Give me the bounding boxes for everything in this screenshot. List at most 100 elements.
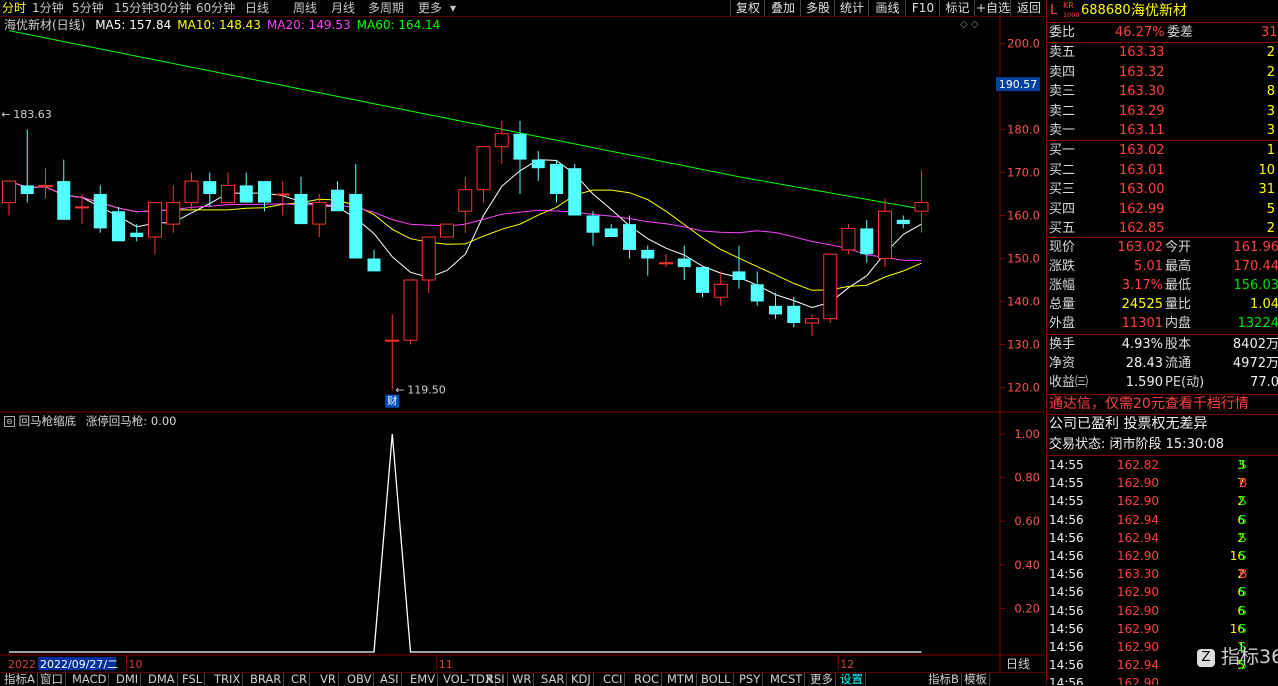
candle[interactable] [203,173,216,207]
period-tab-7[interactable]: 周线 [293,0,317,16]
candle[interactable] [276,181,289,215]
candle[interactable] [422,237,435,293]
candle[interactable] [368,250,381,272]
candle[interactable] [587,211,600,245]
promo-text[interactable]: 通达信，仅需20元查看千档行情 [1049,395,1249,414]
candle[interactable] [495,121,508,164]
buy-level-5[interactable]: 买五162.852 [1047,219,1278,238]
indicator-tab-16[interactable]: SAR [539,673,567,686]
indicator-tab-14[interactable]: RSI [484,673,508,686]
indicator-collapse-icon[interactable]: ⊝ [4,416,15,427]
indicator-tab-25[interactable]: 设置 [838,673,866,686]
indicator-tab-3[interactable]: DMI [114,673,141,686]
promo-link[interactable]: 通达信，仅需20元查看千档行情 [1047,395,1278,414]
candle[interactable] [240,173,253,203]
indicator-tab-0[interactable]: 指标A [2,673,38,686]
candle[interactable] [897,216,910,229]
buy-level-3[interactable]: 买三163.0031 [1047,180,1278,199]
candle[interactable] [696,267,709,297]
news-row[interactable]: 公司已盈利 投票权无差异 [1047,415,1278,434]
candle[interactable] [3,181,16,215]
toolbar-button-7[interactable]: +自选 [974,0,1011,16]
indicator-tab-15[interactable]: WR [510,673,534,686]
candle[interactable] [349,164,362,259]
indicator-tab-11[interactable]: ASI [378,673,402,686]
candle[interactable] [879,198,892,267]
candle[interactable] [641,246,654,276]
toolbar-button-4[interactable]: 画线 [868,0,906,16]
candle[interactable] [605,224,618,237]
candle[interactable] [550,160,563,203]
sell-level-5[interactable]: 卖五163.332 [1047,43,1278,62]
indicator-tab-22[interactable]: PSY [737,673,763,686]
candle[interactable] [39,168,52,198]
candle[interactable] [94,185,107,232]
candle[interactable] [915,171,928,233]
buy-level-1[interactable]: 买一163.021 [1047,141,1278,160]
sell-level-3[interactable]: 卖三163.308 [1047,82,1278,101]
candle[interactable] [295,177,308,224]
toolbar-button-3[interactable]: 统计 [834,0,869,16]
candle[interactable] [678,246,691,280]
indicator-tab-1[interactable]: 窗口 [38,673,66,686]
candle[interactable] [404,280,417,345]
indicator-tab-4[interactable]: DMA [146,673,178,686]
period-tab-9[interactable]: 多周期 [368,0,404,16]
candle[interactable] [386,314,399,389]
more-dropdown-icon[interactable]: ▾ [450,0,456,16]
candle[interactable] [185,173,198,212]
sell-level-4[interactable]: 卖四163.322 [1047,63,1278,82]
toolbar-button-0[interactable]: 复权 [730,0,765,16]
period-tab-1[interactable]: 1分钟 [32,0,64,16]
indicator-tab-12[interactable]: EMV [408,673,438,686]
indicator-tab-6[interactable]: TRIX [212,673,243,686]
candle[interactable] [806,314,819,336]
candle[interactable] [149,203,162,255]
toolbar-button-8[interactable]: 返回 [1010,0,1047,16]
candle[interactable] [568,164,581,216]
candle[interactable] [532,151,545,181]
indicator-tab-21[interactable]: BOLL [699,673,734,686]
candle[interactable] [824,254,837,323]
buy-level-4[interactable]: 买四162.995 [1047,200,1278,219]
period-tab-5[interactable]: 60分钟 [196,0,235,16]
finance-badge[interactable]: 财 [385,395,399,408]
candle[interactable] [714,271,727,305]
indicator-tab-24[interactable]: 更多 [808,673,836,686]
candle[interactable] [860,220,873,263]
indicator-tab-5[interactable]: FSL [180,673,205,686]
candle[interactable] [222,173,235,203]
candle[interactable] [167,185,180,232]
period-tab-4[interactable]: 30分钟 [152,0,191,16]
toolbar-button-5[interactable]: F10 [905,0,940,16]
sell-level-2[interactable]: 卖二163.293 [1047,102,1278,121]
candle[interactable] [751,271,764,305]
candle[interactable] [331,181,344,211]
period-tab-2[interactable]: 5分钟 [72,0,104,16]
period-tab-0[interactable]: 分时 [2,0,26,16]
candle[interactable] [441,224,454,237]
candle[interactable] [477,147,490,203]
indicator-tab-17[interactable]: KDJ [569,673,594,686]
period-tab-3[interactable]: 15分钟 [114,0,153,16]
candle[interactable] [769,293,782,319]
indicator-tab-19[interactable]: ROC [632,673,662,686]
sell-level-1[interactable]: 卖一163.113 [1047,121,1278,140]
candle[interactable] [842,224,855,254]
indicator-tab-27[interactable]: 模板 [962,673,990,686]
indicator-tab-23[interactable]: MCST [768,673,805,686]
news-text[interactable]: 公司已盈利 投票权无差异 [1049,415,1207,434]
period-tab-6[interactable]: 日线 [245,0,269,16]
indicator-tab-8[interactable]: CR [289,673,310,686]
indicator-tab-2[interactable]: MACD [70,673,109,686]
indicator-tab-9[interactable]: VR [318,673,339,686]
indicator-tab-18[interactable]: CCI [601,673,625,686]
diamond-icons[interactable]: ◇ ◇ [960,19,979,30]
toolbar-button-1[interactable]: 叠加 [764,0,801,16]
candle[interactable] [733,246,746,289]
candle[interactable] [787,297,800,327]
kline-chart[interactable]: 200.0190.0180.0170.0160.0150.0140.0130.0… [0,17,1046,672]
indicator-tab-26[interactable]: 指标B [926,673,962,686]
indicator-tab-10[interactable]: OBV [345,673,374,686]
toolbar-button-2[interactable]: 多股 [800,0,835,16]
